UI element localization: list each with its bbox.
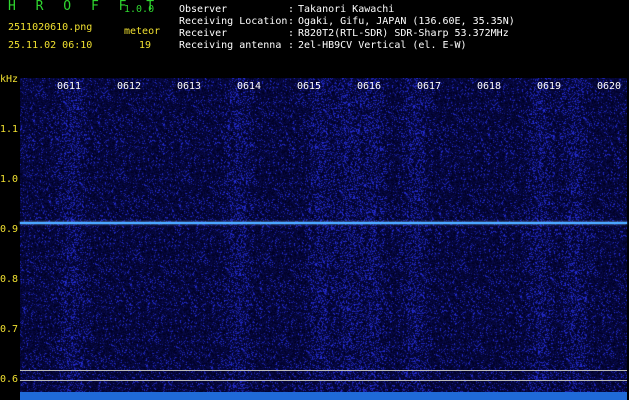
observer-label: Observer (179, 4, 228, 15)
time-label: 0614 (237, 81, 262, 92)
observer-colon: : (288, 4, 295, 15)
reference-line-lower (20, 380, 627, 381)
time-label: 0615 (297, 81, 322, 92)
file-name: 2511020610.png (8, 22, 93, 33)
hrofft-window: H R O F F T 1.0.0 2511020610.png 25.11.0… (0, 0, 629, 400)
y-tick-label: 0.7 (0, 324, 19, 335)
y-tick-label: 0.6 (0, 374, 19, 385)
location-colon: : (288, 16, 295, 27)
spectrogram-noise (20, 78, 627, 400)
y-tick-label: 0.9 (0, 224, 19, 235)
antenna-label: Receiving antenna (179, 40, 282, 51)
time-label: 0619 (537, 81, 562, 92)
time-label: 0617 (417, 81, 442, 92)
time-label: 0616 (357, 81, 382, 92)
signal-level-bar (20, 392, 627, 400)
location-label: Receiving Location (179, 16, 288, 27)
app-version: 1.0.0 (124, 4, 155, 15)
receiver-colon: : (288, 28, 295, 39)
frequency-unit-label: kHz (0, 74, 19, 85)
time-label: 0618 (477, 81, 502, 92)
time-label: 0613 (177, 81, 202, 92)
date-time: 25.11.02 06:10 (8, 40, 93, 51)
y-tick-label: 0.8 (0, 274, 19, 285)
meteor-label: meteor (124, 26, 161, 37)
antenna-value: 2el-HB9CV Vertical (el. E-W) (298, 40, 467, 51)
receiver-value: R820T2(RTL-SDR) SDR-Sharp 53.372MHz (298, 28, 509, 39)
time-label: 0620 (597, 81, 622, 92)
reference-line-upper (20, 370, 627, 371)
spectrogram-panel (20, 78, 627, 400)
antenna-colon: : (288, 40, 295, 51)
time-label: 0611 (57, 81, 82, 92)
time-label: 0612 (117, 81, 142, 92)
y-tick-label: 1.1 (0, 124, 19, 135)
observer-value: Takanori Kawachi (298, 4, 395, 15)
receiver-label: Receiver (179, 28, 228, 39)
meteor-count: 19 (139, 40, 152, 51)
y-tick-label: 1.0 (0, 174, 19, 185)
location-value: Ogaki, Gifu, JAPAN (136.60E, 35.35N) (298, 16, 515, 27)
carrier-signal-line (20, 222, 627, 224)
